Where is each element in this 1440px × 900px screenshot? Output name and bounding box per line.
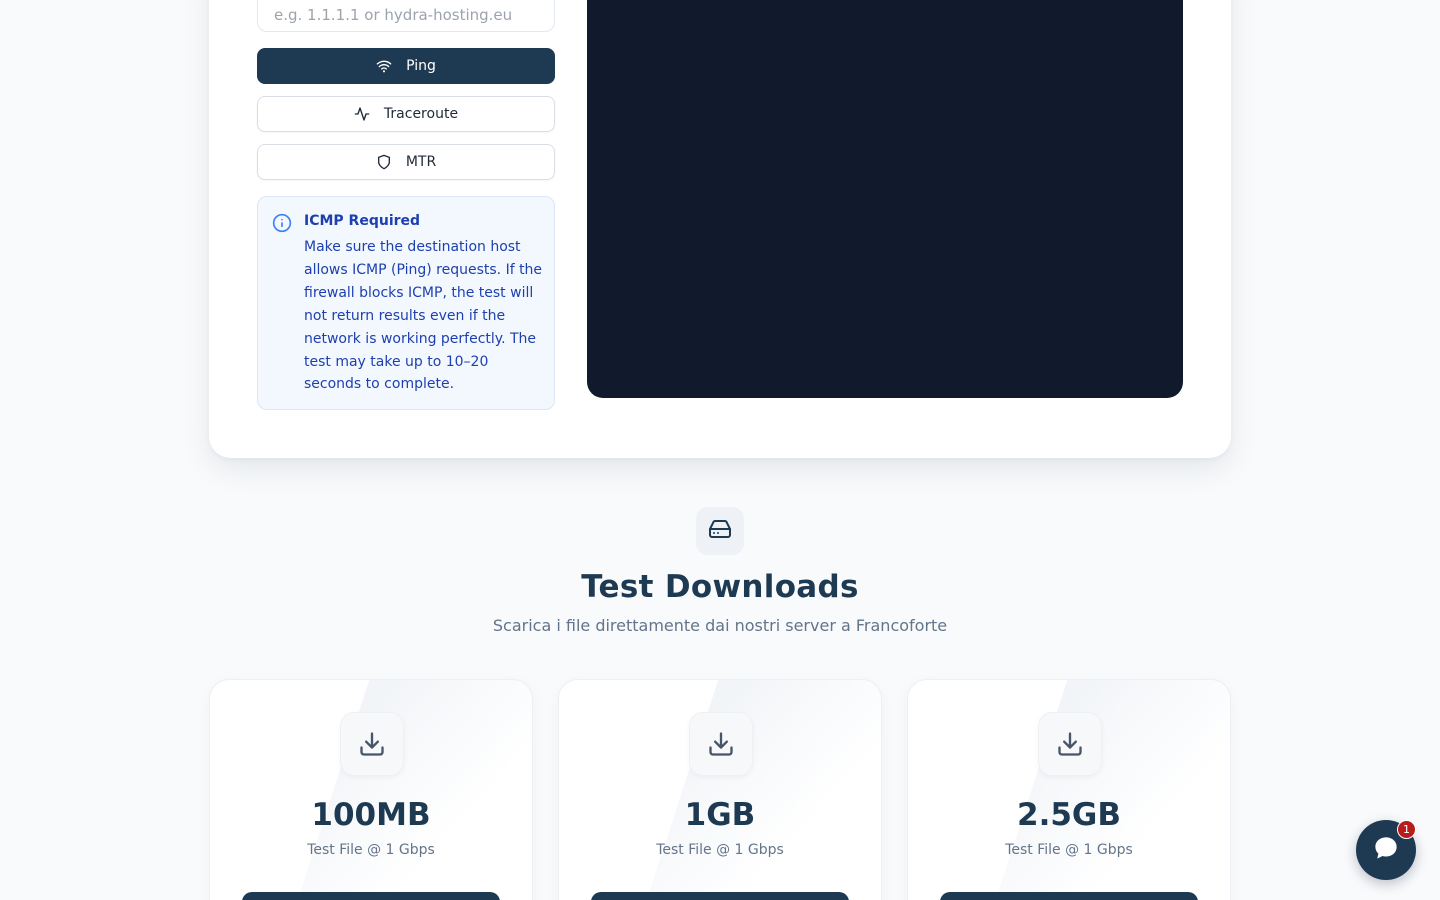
card-decoration [297,680,532,900]
download-button[interactable] [242,892,500,900]
file-description: Test File @ 1 Gbps [656,842,784,858]
download-icon [340,712,404,776]
card-decoration [995,680,1230,900]
wifi-icon [376,58,392,74]
download-button[interactable] [591,892,849,900]
notification-badge: 1 [1397,820,1416,839]
mtr-button-label: MTR [405,154,437,170]
card-decoration [646,680,881,900]
download-card-2-5gb: 2.5GB Test File @ 1 Gbps [907,679,1231,900]
file-size: 2.5GB [1017,797,1121,833]
traceroute-button-label: Traceroute [383,106,459,122]
mtr-button[interactable]: MTR [257,144,555,180]
section-title: Test Downloads [581,569,859,605]
file-description: Test File @ 1 Gbps [1005,842,1133,858]
ping-button-label: Ping [406,58,436,74]
download-card-1gb: 1GB Test File @ 1 Gbps [558,679,882,900]
notice-text: Make sure the destination host allows IC… [304,239,543,393]
section-subtitle: Scarica i file direttamente dai nostri s… [492,616,948,635]
notice-title: ICMP Required [304,213,421,229]
file-description: Test File @ 1 Gbps [307,842,435,858]
page: Ping Traceroute MTR ICMP Required Make s… [0,0,1440,900]
chat-bubble-icon [1371,833,1401,867]
traceroute-button[interactable]: Traceroute [257,96,555,132]
ping-button[interactable]: Ping [257,48,555,84]
file-size: 1GB [684,797,756,833]
download-button[interactable] [940,892,1198,900]
host-input[interactable] [257,0,555,32]
activity-icon [354,106,370,122]
section-icon [696,507,744,555]
download-icon [689,712,753,776]
info-icon [272,213,292,233]
hard-drive-icon [708,517,732,545]
file-size: 100MB [311,797,431,833]
terminal-output [587,0,1183,398]
download-card-100mb: 100MB Test File @ 1 Gbps [209,679,533,900]
download-icon [1038,712,1102,776]
shield-icon [376,154,392,170]
